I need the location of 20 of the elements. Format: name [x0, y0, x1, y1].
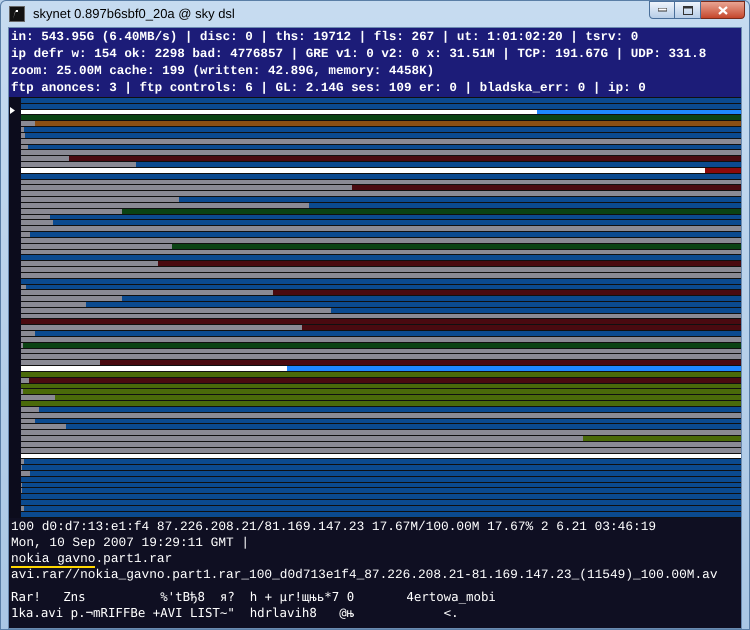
window-title: skynet 0.897b6sbf0_20a @ sky dsl — [33, 5, 235, 24]
stats-line: ip defr w: 154 ok: 2298 bad: 4776857 | GRE v1: 0 v2: 0 x: 31.51M | TCP: 191.67G | UDP: 331.8 — [11, 46, 708, 63]
close-icon — [718, 6, 728, 14]
stats-line: ftp anonces: 3 | ftp controls: 6 | GL: 2.14G ses: 109 er: 0 | bladska_err: 0 | ip: 0 — [11, 80, 647, 97]
file-name-highlight: nokia gavno — [11, 551, 96, 568]
data-dump-line: Rar! Zns %'tBђ8 я? h + µr!щњь*7 0 4ertowa_mobi — [11, 589, 496, 605]
pointer-icon — [10, 107, 15, 114]
maximize-button[interactable] — [675, 1, 701, 19]
data-dump-line: 1ka.avi р.¬mRIFFBe +AVI LIST~" hdrlavih8 @њ <. — [11, 605, 459, 621]
file-extension: .part1.rar — [95, 551, 172, 566]
info-line: Mon, 10 Sep 2007 19:29:11 GMT | — [11, 535, 250, 551]
file-path: avi.rar//nokia_gavno.part1.rar_100_d0d713e1f4_87.226.208.21-81.169.147.23_(11549)_100.00M.av — [11, 567, 718, 583]
minimize-button[interactable] — [649, 1, 675, 19]
stats-line: zoom: 25.00M cache: 199 (written: 42.89G, memory: 4458K) — [11, 63, 436, 80]
info-line: 100 d0:d7:13:e1:f4 87.226.208.21/81.169.147.23 17.67M/100.00M 17.67% 2 6.21 03:46:19 — [11, 519, 656, 535]
terminal-icon — [9, 6, 25, 22]
minimize-icon — [658, 8, 666, 12]
stats-line: in: 543.95G (6.40MB/s) | disc: 0 | ths: 19712 | fls: 267 | ut: 1:01:02:20 | tsrv: 0 — [11, 29, 640, 46]
maximize-icon — [682, 6, 692, 14]
close-button[interactable] — [701, 1, 745, 19]
